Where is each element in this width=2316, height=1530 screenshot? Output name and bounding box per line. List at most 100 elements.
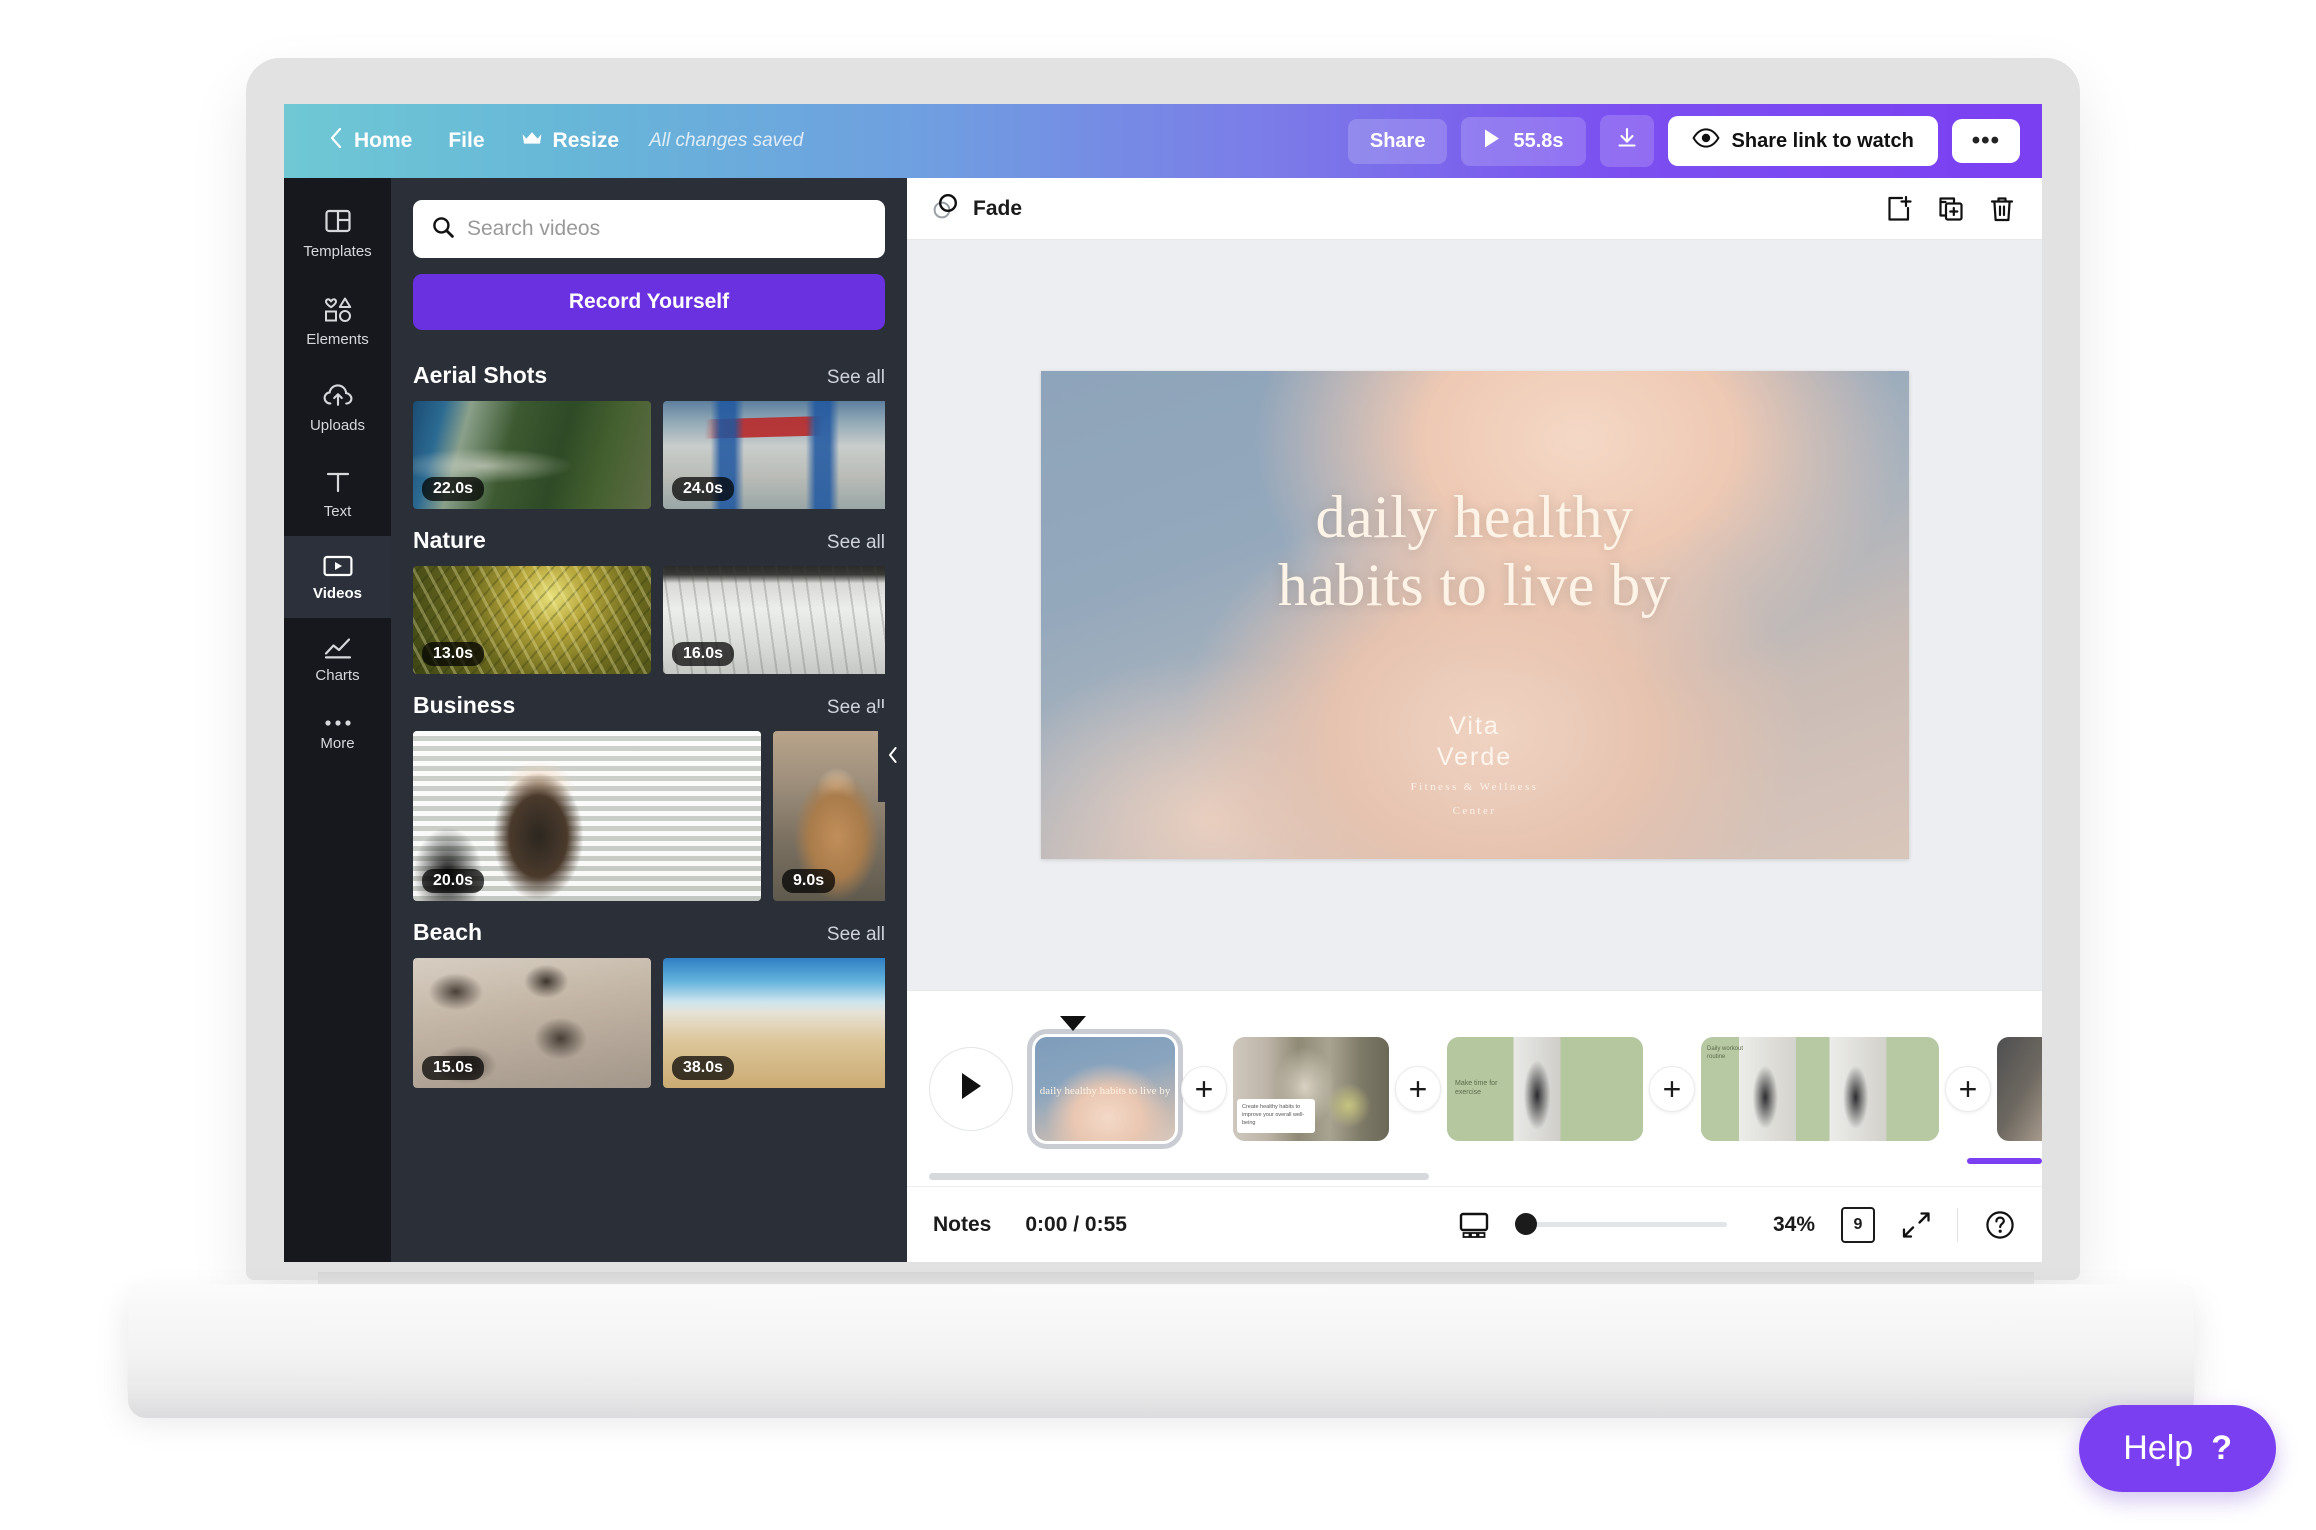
slide-canvas[interactable]: daily healthy habits to live by Vita Ver… [1040, 371, 1909, 859]
duration-badge: 20.0s [422, 869, 485, 893]
video-thumbnail[interactable]: 22.0s [413, 401, 651, 509]
app-toolbar: Home File Resize All changes saved Share… [284, 104, 2042, 178]
timeline-clip[interactable]: Daily workout routine [1701, 1036, 1939, 1141]
canvas-area[interactable]: daily healthy habits to live by Vita Ver… [907, 240, 2042, 990]
add-clip-button[interactable]: + [1649, 1065, 1695, 1112]
video-thumbnail[interactable]: 9.0s [773, 731, 885, 901]
screenshot-stage: Home File Resize All changes saved Share… [0, 0, 2316, 1530]
sidebar-item-videos[interactable]: Videos [284, 536, 391, 618]
clip-caption: Make time for exercise [1455, 1079, 1498, 1097]
duration-badge: 13.0s [422, 642, 485, 666]
file-label: File [448, 129, 485, 152]
videos-panel: Record Yourself Aerial Shots See all 22.… [391, 178, 907, 1262]
divider [1957, 1207, 1958, 1242]
transition-label: Fade [973, 196, 1023, 220]
timeline-clip[interactable] [1997, 1036, 2042, 1141]
video-thumbnail[interactable]: 24.0s [663, 401, 885, 509]
sidebar-label: Elements [306, 331, 369, 348]
more-options-button[interactable]: ••• [1951, 119, 2020, 163]
sidebar-item-charts[interactable]: Charts [284, 618, 391, 700]
pages-icon[interactable]: 9 [1841, 1202, 1880, 1243]
sidebar-label: Charts [315, 667, 360, 684]
sidebar-item-uploads[interactable]: Uploads [284, 364, 391, 450]
thumbnail-row: 20.0s 9.0s [413, 731, 885, 901]
see-all-link[interactable]: See all [827, 367, 885, 389]
zoom-slider[interactable] [1515, 1213, 1727, 1235]
preview-duration-button[interactable]: 55.8s [1461, 116, 1586, 166]
ellipsis-icon [323, 718, 353, 728]
video-thumbnail[interactable]: 20.0s [413, 731, 761, 901]
timeline-clip[interactable]: Create healthy habits to improve your ov… [1233, 1036, 1389, 1141]
duration-badge: 16.0s [672, 642, 735, 666]
video-thumbnail[interactable]: 13.0s [413, 566, 651, 674]
sidebar-item-text[interactable]: Text [284, 450, 391, 536]
status-bar: Notes 0:00 / 0:55 34% 9 [907, 1186, 2042, 1262]
add-page-icon[interactable] [1884, 194, 1914, 224]
search-box[interactable] [413, 200, 885, 258]
logo-subtitle-1: Fitness & Wellness [1410, 781, 1539, 793]
expand-icon[interactable] [1901, 1210, 1931, 1240]
play-button[interactable] [929, 1046, 1013, 1131]
ellipsis-icon: ••• [1971, 127, 2000, 154]
playback-time: 0:00 / 0:55 [1025, 1212, 1127, 1236]
present-icon[interactable] [1457, 1210, 1491, 1240]
video-thumbnail[interactable]: 38.0s [663, 958, 885, 1088]
share-link-to-watch-button[interactable]: Share link to watch [1667, 116, 1938, 166]
duration-badge: 22.0s [422, 477, 485, 501]
status-bar-right-group: 34% 9 [1457, 1202, 2016, 1243]
zoom-level: 34% [1772, 1212, 1815, 1236]
collapse-panel-button[interactable] [878, 708, 907, 802]
elements-icon [322, 294, 354, 324]
see-all-link[interactable]: See all [827, 924, 885, 946]
help-label: Help [2123, 1429, 2194, 1467]
timeline-clip[interactable]: Make time for exercise [1447, 1036, 1643, 1141]
sidebar-item-elements[interactable]: Elements [284, 276, 391, 364]
home-button[interactable]: Home [310, 117, 430, 165]
add-clip-button[interactable]: + [1181, 1065, 1227, 1112]
transition-chip[interactable]: Fade [931, 191, 1022, 226]
add-clip-button[interactable]: + [1395, 1065, 1441, 1112]
slide-headline[interactable]: daily healthy habits to live by [1041, 483, 1909, 620]
clip-caption: Create healthy habits to improve your ov… [1237, 1098, 1315, 1133]
download-icon [1615, 126, 1639, 156]
text-icon [324, 468, 352, 496]
section-header-beach: Beach See all [413, 919, 885, 946]
thumbnail-row: 15.0s 38.0s [413, 958, 885, 1088]
section-title: Business [413, 692, 516, 718]
see-all-link[interactable]: See all [827, 532, 885, 554]
slide-logo[interactable]: Vita Verde Fitness & Wellness Center [1041, 711, 1909, 819]
thumbnail-row: 22.0s 24.0s [413, 401, 885, 509]
notes-button[interactable]: Notes [933, 1213, 991, 1237]
page-count-label: 9 [1853, 1215, 1863, 1233]
see-all-link[interactable]: See all [827, 697, 885, 719]
headline-line-1: daily healthy [1315, 484, 1634, 550]
resize-label: Resize [552, 129, 620, 152]
sidebar-item-more[interactable]: More [284, 700, 391, 768]
timeline-progress-bar[interactable] [1967, 1158, 2042, 1164]
download-button[interactable] [1599, 115, 1654, 167]
play-icon [957, 1070, 985, 1107]
fade-circles-icon [931, 191, 961, 226]
file-menu-button[interactable]: File [430, 120, 502, 162]
record-yourself-button[interactable]: Record Yourself [413, 274, 885, 330]
timeline-playhead[interactable] [1060, 1016, 1086, 1031]
timeline-clip[interactable]: daily healthy habits to live by [1027, 1028, 1183, 1149]
share-button[interactable]: Share [1347, 118, 1448, 164]
trash-icon[interactable] [1988, 194, 2016, 224]
resize-button[interactable]: Resize [503, 120, 638, 162]
zoom-slider-handle[interactable] [1515, 1213, 1537, 1235]
canvas-header-tools [1884, 194, 2016, 224]
logo-subtitle-2: Center [1452, 804, 1497, 817]
timeline-scrollbar[interactable] [929, 1173, 1429, 1180]
add-clip-button[interactable]: + [1945, 1065, 1991, 1112]
video-thumbnail[interactable]: 16.0s [663, 566, 885, 674]
laptop-foot [128, 1382, 2194, 1418]
help-button[interactable]: Help ? [2079, 1405, 2276, 1492]
question-circle-icon[interactable] [1984, 1209, 2016, 1241]
chevron-left-icon [328, 126, 344, 156]
sidebar-item-templates[interactable]: Templates [284, 188, 391, 276]
duplicate-page-icon[interactable] [1936, 194, 1966, 224]
search-icon [431, 215, 455, 244]
video-thumbnail[interactable]: 15.0s [413, 958, 651, 1088]
search-input[interactable] [467, 217, 867, 241]
